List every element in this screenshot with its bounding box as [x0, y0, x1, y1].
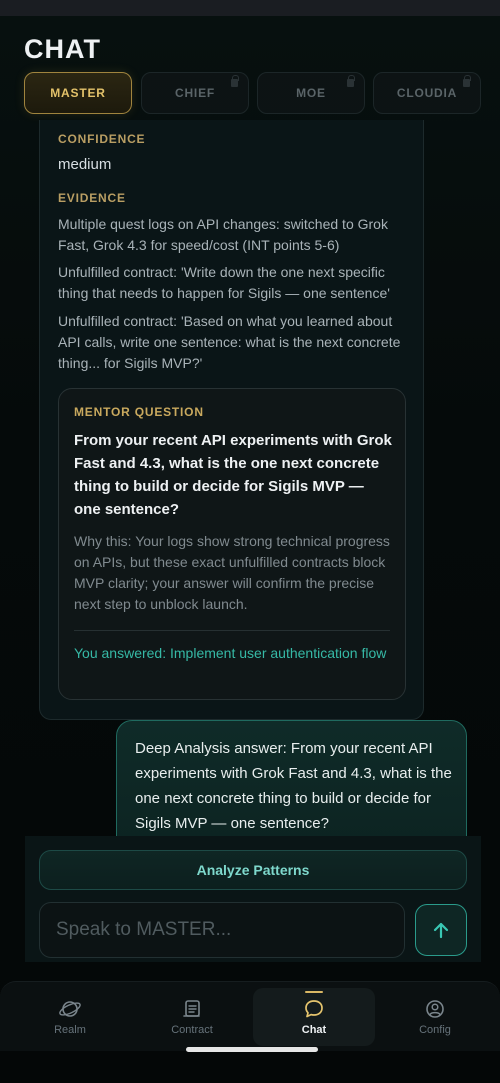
nav-item-chat[interactable]: Chat [253, 988, 375, 1046]
tab-label: CHIEF [175, 86, 215, 100]
page-title: CHAT [24, 34, 101, 64]
confidence-value: medium [58, 156, 112, 173]
evidence-item: Unfulfilled contract: 'Write down the on… [58, 264, 390, 301]
tab-label: MASTER [50, 86, 106, 100]
nav-item-label: Contract [171, 1024, 213, 1036]
nav-item-label: Config [419, 1024, 451, 1036]
arrow-up-icon [433, 922, 449, 939]
active-indicator [305, 991, 323, 993]
evidence-item: Unfulfilled contract: 'Based on what you… [58, 313, 401, 371]
planet-icon [59, 1001, 81, 1017]
tab-moe[interactable]: MOE [257, 72, 365, 114]
tab-label: MOE [296, 86, 326, 100]
nav-item-label: Chat [301, 1024, 327, 1036]
mentor-question-label: MENTOR QUESTION [74, 405, 204, 419]
user-circle-icon [426, 1000, 444, 1018]
mentor-question-text: From your recent API experiments with Gr… [74, 432, 392, 518]
message-input[interactable] [39, 902, 405, 958]
nav-item-realm[interactable]: Realm [9, 988, 131, 1046]
composer: Analyze Patterns [25, 836, 481, 962]
user-message-text: Deep Analysis answer: From your recent A… [135, 740, 452, 832]
analyze-patterns-button[interactable]: Analyze Patterns [39, 850, 467, 890]
evidence-label: EVIDENCE [58, 191, 126, 205]
nav-item-contract[interactable]: Contract [131, 988, 253, 1046]
tab-label: CLOUDIA [396, 86, 458, 100]
home-indicator [186, 1047, 318, 1052]
scroll-icon [183, 1000, 200, 1017]
tab-cloudia[interactable]: CLOUDIA [373, 72, 481, 114]
assistant-message-card: CONFIDENCE medium EVIDENCE Multiple ques… [39, 120, 424, 720]
divider [74, 630, 390, 631]
chat-bubble-icon [305, 1000, 323, 1018]
send-button[interactable] [415, 904, 467, 956]
lock-icon [231, 75, 239, 87]
status-bar [0, 0, 500, 16]
confidence-label: CONFIDENCE [58, 132, 146, 146]
tab-chief[interactable]: CHIEF [141, 72, 249, 114]
bottom-navigation: Realm Contract Chat Config [0, 981, 500, 1051]
nav-item-config[interactable]: Config [374, 988, 496, 1046]
evidence-item: Multiple quest logs on API changes: swit… [58, 216, 388, 253]
agent-tabs: MASTER CHIEF MOE CLOUDIA [24, 72, 500, 116]
analyze-patterns-label: Analyze Patterns [196, 862, 310, 878]
nav-item-label: Realm [54, 1024, 86, 1036]
mentor-question-card: MENTOR QUESTION From your recent API exp… [58, 388, 406, 700]
chat-screen: CHAT MASTER CHIEF MOE CLOUDIA CONFIDENCE… [0, 16, 500, 1083]
lock-icon [347, 75, 355, 87]
mentor-rationale: Why this: Your logs show strong technica… [74, 533, 390, 612]
tab-master[interactable]: MASTER [24, 72, 132, 114]
mentor-answer: You answered: Implement user authenticat… [74, 645, 387, 661]
lock-icon [463, 75, 471, 87]
